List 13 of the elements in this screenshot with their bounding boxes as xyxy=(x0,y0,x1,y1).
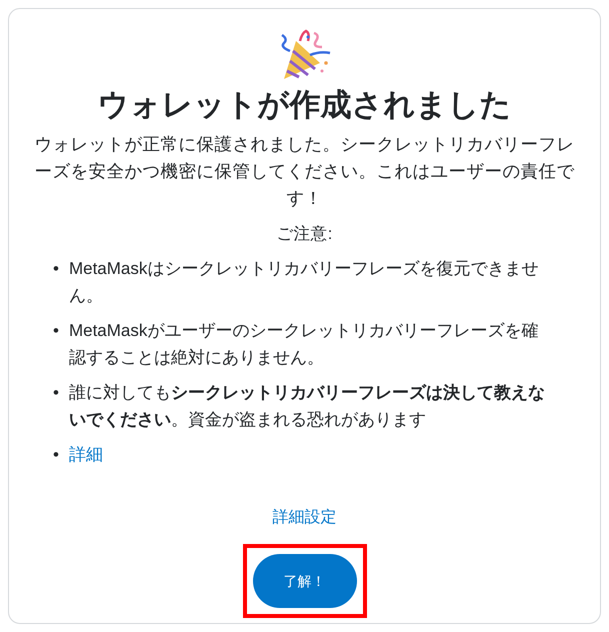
dialog-title: ウォレットが作成されました xyxy=(98,86,512,124)
learn-more-link[interactable]: 詳細 xyxy=(68,441,103,468)
message-text: ウォレットが正常に保護されました。シークレットリカバリーフレーズを安全かつ機密に保管してください。これはユーザーの責任です！ xyxy=(34,133,574,210)
notice-item: MetaMaskはシークレットリカバリーフレーズを復元できません。 xyxy=(68,258,540,308)
notice-item: MetaMaskがユーザーのシークレットリカバリーフレーズを確認することは絶対にありません。 xyxy=(68,320,540,370)
advanced-settings-link[interactable]: 詳細設定 xyxy=(272,506,336,530)
bullet: • xyxy=(53,444,59,466)
confirm-button[interactable]: 了解！ xyxy=(252,554,356,608)
notice-item: 誰に対してもシークレットリカバリーフレーズは決して教えないでください。資金が盗まれる恐れがあります xyxy=(68,382,546,432)
bullet: • xyxy=(53,382,59,404)
bullet: • xyxy=(53,320,59,342)
bullet: • xyxy=(53,258,59,280)
notice-heading: ご注意: xyxy=(276,224,332,246)
